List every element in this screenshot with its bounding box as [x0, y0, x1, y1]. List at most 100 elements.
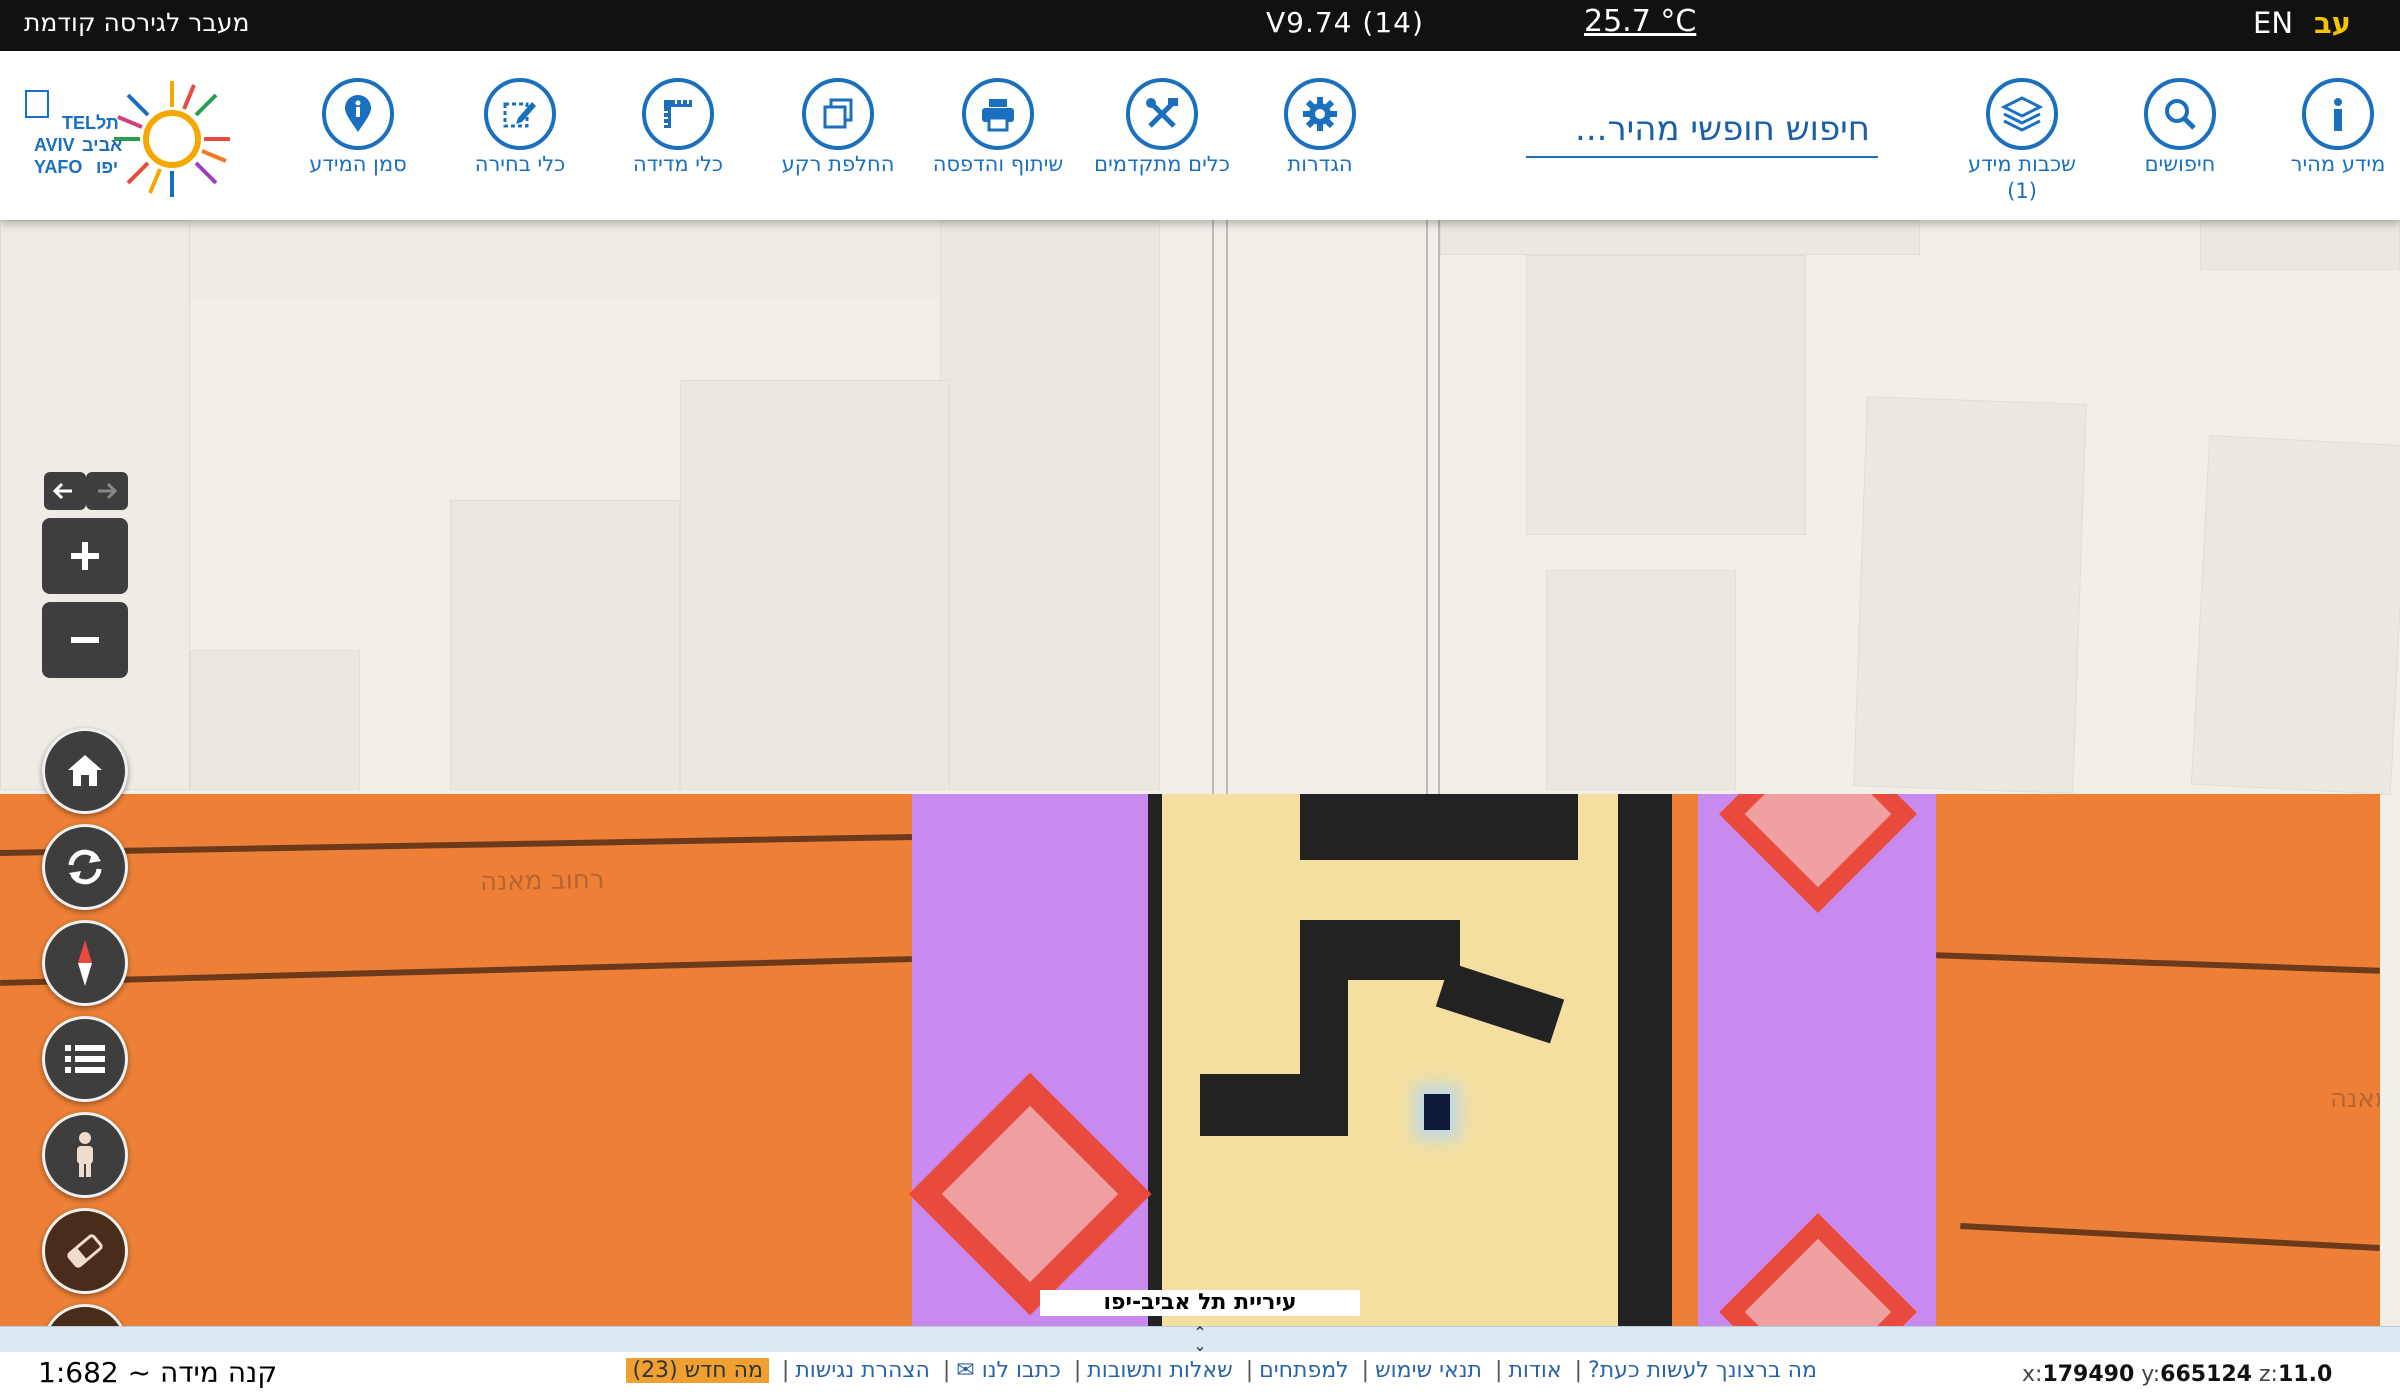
yellow-zone [1162, 794, 1618, 1326]
road-edge [1212, 220, 1214, 794]
street-label: רחוב מאנה [479, 864, 605, 898]
tool-label: חיפושים [2144, 152, 2216, 176]
parcel-line [0, 834, 912, 856]
coord-y-label: y: [2141, 1362, 2161, 1387]
map-building [1526, 255, 1806, 535]
tool-label: הגדרות [1287, 152, 1353, 176]
version-label: V9.74 (14) [1266, 6, 1424, 39]
copy-icon [802, 78, 874, 150]
info-icon [2302, 78, 2374, 150]
map-scale: קנה מידה ~ 1:682 [38, 1356, 278, 1389]
logo-en-aviv: AVIV [34, 135, 75, 155]
select-pen-icon [484, 78, 556, 150]
history-forward-button[interactable] [86, 472, 128, 510]
footer-link-about[interactable]: אודות [1508, 1358, 1561, 1383]
home-icon [68, 755, 102, 786]
print-icon [962, 78, 1034, 150]
tel-aviv-logo[interactable]: TEL תל AVIV אביב YAFO יפו [22, 77, 252, 201]
map-building [1546, 570, 1736, 790]
language-en-button[interactable]: EN [2253, 6, 2293, 40]
tool-select[interactable]: כלי בחירה [440, 78, 600, 177]
parcel-line [0, 956, 912, 986]
legend-list-button[interactable] [42, 1016, 128, 1102]
tool-label: כלי מדידה [632, 152, 724, 176]
logo-he-tel: תל [96, 113, 119, 133]
orange-strip [1672, 794, 1698, 1326]
map-building [680, 380, 950, 790]
compass-button[interactable] [42, 920, 128, 1006]
map-building [450, 500, 680, 790]
refresh-icon [68, 849, 102, 885]
history-back-button[interactable] [44, 472, 86, 510]
top-bar: מעבר לגירסה קודמת V9.74 (14) 25.7 °C EN … [0, 0, 2400, 51]
building-footprint [1300, 794, 1578, 860]
whats-new-badge[interactable]: מה חדש (23) [626, 1358, 769, 1383]
map-building [2200, 220, 2400, 270]
previous-version-link[interactable]: מעבר לגירסה קודמת [24, 8, 249, 37]
parcel-border [1618, 794, 1672, 1326]
map-building [2190, 435, 2400, 795]
tool-share-print[interactable]: שיתוף והדפסה [918, 78, 1078, 177]
map-building [190, 650, 360, 790]
gear-icon [1284, 78, 1356, 150]
refresh-button[interactable] [42, 824, 128, 910]
eraser-icon [67, 1234, 103, 1268]
status-footer: קנה מידה ~ 1:682 מה ברצונך לעשות כעת?| א… [0, 1352, 2400, 1392]
tool-label: כלים מתקדמים [1094, 152, 1230, 176]
footer-link-faq[interactable]: שאלות ותשובות [1087, 1358, 1232, 1383]
quick-search-input[interactable] [1526, 101, 1878, 156]
tool-layers[interactable]: שכבות מידע (1) [1942, 78, 2102, 204]
tool-info-marker[interactable]: סמן המידע [278, 78, 438, 177]
map-canvas[interactable]: רחוב מאנה מאנה 3D עיריית תל אביב-יפו [0, 220, 2400, 1326]
map-building [1440, 220, 1920, 255]
road-edge [1426, 220, 1428, 794]
tool-switch-background[interactable]: החלפת רקע [758, 78, 918, 177]
plus-icon [71, 542, 99, 570]
tool-searches[interactable]: חיפושים [2100, 78, 2260, 177]
footer-link-accessibility[interactable]: הצהרת נגישות [795, 1358, 930, 1383]
tool-label: החלפת רקע [781, 152, 895, 176]
coord-x-label: x: [2022, 1362, 2043, 1387]
language-he-button[interactable]: עב [2314, 6, 2351, 40]
tool-settings[interactable]: הגדרות [1240, 78, 1400, 177]
logo-en-yafo: YAFO [34, 157, 82, 177]
quick-search-box[interactable] [1526, 101, 1878, 158]
person-icon [77, 1132, 93, 1177]
footer-link-what-to-do[interactable]: מה ברצונך לעשות כעת? [1588, 1358, 1817, 1383]
temperature-readout[interactable]: 25.7 °C [1584, 4, 1696, 39]
ruler-icon [642, 78, 714, 150]
map-building [1853, 396, 2087, 794]
footer-link-terms[interactable]: תנאי שימוש [1375, 1358, 1482, 1383]
tool-label: שיתוף והדפסה [932, 152, 1064, 176]
divider-grip-icon[interactable]: ⌃ ⌄ [1190, 1325, 1210, 1354]
logo-he-aviv: אביב [82, 135, 122, 155]
street-label: מאנה [2330, 1084, 2380, 1114]
street-view-button[interactable] [42, 1112, 128, 1198]
road-edge [1226, 220, 1228, 794]
logo-en-tel: TEL [62, 113, 96, 133]
tool-label: מידע מהיר [2290, 152, 2386, 176]
coord-z-value: 11.0 [2277, 1362, 2333, 1387]
location-marker[interactable] [1424, 1094, 1450, 1130]
tool-quick-info[interactable]: מידע מהיר [2258, 78, 2400, 177]
parcel-border [1148, 794, 1162, 1326]
coordinates-readout: x:179490 y:665124 z:11.0 [2022, 1362, 2332, 1387]
tools-icon [1126, 78, 1198, 150]
eraser-button[interactable] [42, 1208, 128, 1294]
land-use-overlay: רחוב מאנה מאנה [0, 794, 2380, 1326]
tool-advanced[interactable]: כלים מתקדמים [1082, 78, 1242, 177]
zoom-out-button[interactable] [42, 602, 128, 678]
logo-he-yafo: יפו [96, 157, 118, 177]
home-button[interactable] [42, 728, 128, 814]
main-toolbar: TEL תל AVIV אביב YAFO יפו מידע מהיר חיפו… [0, 51, 2400, 220]
footer-link-contact[interactable]: כתבו לנו ✉ [956, 1358, 1061, 1383]
coord-z-label: z: [2259, 1362, 2278, 1387]
tool-label: שכבות מידע [1968, 152, 2076, 176]
zoom-in-button[interactable] [42, 518, 128, 594]
tool-measure[interactable]: כלי מדידה [598, 78, 758, 177]
tool-label: סמן המידע [309, 152, 407, 176]
footer-link-developers[interactable]: למפתחים [1259, 1358, 1349, 1383]
tool-label: כלי בחירה [474, 152, 566, 176]
list-icon [65, 1045, 105, 1073]
road-edge [1438, 220, 1440, 794]
